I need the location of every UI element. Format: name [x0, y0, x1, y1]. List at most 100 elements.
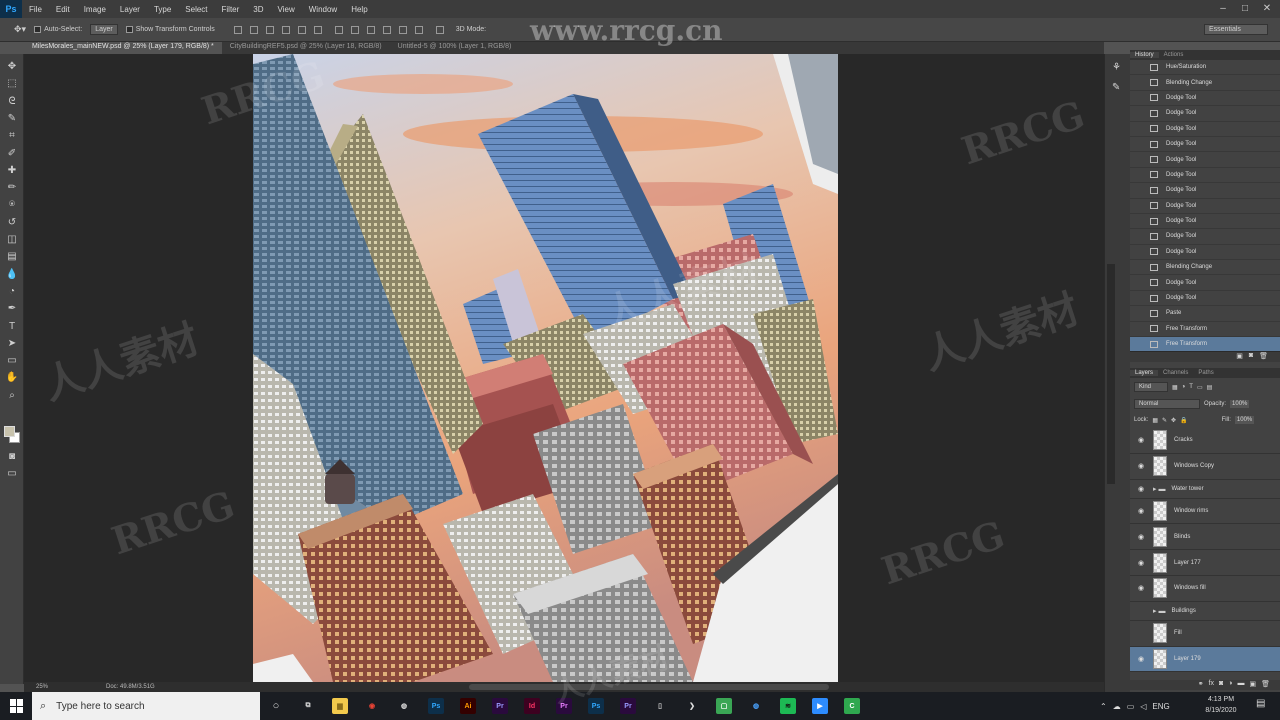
filter-shape-icon[interactable]: ▭	[1197, 384, 1203, 391]
language-indicator[interactable]: ENG	[1152, 702, 1169, 711]
indesign-icon[interactable]: Id	[516, 692, 548, 720]
layer-name[interactable]: Blinds	[1174, 534, 1190, 540]
healing-icon[interactable]: ✚	[5, 164, 19, 177]
volume-icon[interactable]: ◁	[1140, 702, 1146, 711]
camtasia-icon[interactable]: C	[836, 692, 868, 720]
history-state[interactable]: Free Transform	[1130, 322, 1280, 338]
lock-position-icon[interactable]: ✥	[1171, 417, 1176, 424]
distribute-top-icon[interactable]	[334, 25, 343, 34]
premiere-rush-icon[interactable]: Pr	[548, 692, 580, 720]
menu-type[interactable]: Type	[147, 5, 178, 14]
link-layers-icon[interactable]: ⚭	[1198, 680, 1204, 690]
marquee-icon[interactable]: ⬚	[5, 77, 19, 90]
fx-icon[interactable]: fx	[1209, 680, 1214, 690]
menu-window[interactable]: Window	[302, 5, 344, 14]
layer-thumbnail[interactable]	[1153, 623, 1167, 644]
layer-thumbnail[interactable]	[1153, 552, 1167, 573]
history-state[interactable]: Dodge Tool	[1130, 106, 1280, 122]
visibility-eye-icon[interactable]: ◉	[1135, 655, 1147, 663]
history-state[interactable]: Dodge Tool	[1130, 152, 1280, 168]
tab-citybuilding[interactable]: CityBuildingREF5.psd @ 25% (Layer 18, RG…	[222, 42, 390, 54]
photoshop-icon[interactable]: Ps	[420, 692, 452, 720]
pen-icon[interactable]: ✒	[5, 302, 19, 315]
menu-view[interactable]: View	[271, 5, 302, 14]
layer-row[interactable]: ◉ Layer 177	[1130, 550, 1280, 576]
type-icon[interactable]: T	[5, 320, 19, 333]
tab-untitled[interactable]: Untitled-5 @ 100% (Layer 1, RGB/8)	[390, 42, 520, 54]
hand-icon[interactable]: ✋	[5, 371, 19, 384]
new-adjustment-icon[interactable]: ◑	[1228, 680, 1232, 690]
shape-icon[interactable]: ▭	[5, 354, 19, 367]
distribute-left-icon[interactable]	[382, 25, 391, 34]
filter-adjustment-icon[interactable]: ◑	[1182, 384, 1186, 390]
green-app-icon[interactable]: ▢	[708, 692, 740, 720]
blend-mode-dropdown[interactable]: Normal	[1134, 399, 1200, 409]
city-illustration[interactable]	[253, 54, 838, 682]
illustrator-icon[interactable]: Ai	[452, 692, 484, 720]
visibility-eye-icon[interactable]: ◉	[1135, 462, 1147, 470]
quick-mask-icon[interactable]: ◙	[5, 450, 19, 463]
layer-group-row[interactable]: ▸ ▬ Buildings	[1130, 602, 1280, 621]
cortana-icon[interactable]: ○	[260, 692, 292, 720]
move-icon[interactable]: ✥	[5, 60, 19, 73]
layer-thumbnail[interactable]	[1153, 430, 1167, 451]
spotify-icon[interactable]: ≋	[772, 692, 804, 720]
arrow-app-icon[interactable]: ❯	[676, 692, 708, 720]
layer-row[interactable]: Fill	[1130, 621, 1280, 647]
delete-state-icon[interactable]: 🗑	[1259, 352, 1268, 362]
new-document-from-state-icon[interactable]: ▣	[1236, 352, 1243, 362]
layer-thumbnail[interactable]	[1153, 500, 1167, 521]
menu-help[interactable]: Help	[344, 5, 374, 14]
network-icon[interactable]: ▭	[1127, 702, 1135, 711]
history-state[interactable]: Hue/Saturation	[1130, 60, 1280, 76]
layer-name[interactable]: Buildings	[1171, 608, 1195, 614]
visibility-eye-icon[interactable]: ◉	[1135, 436, 1147, 444]
add-mask-icon[interactable]: ◙	[1219, 680, 1223, 690]
history-state[interactable]: Dodge Tool	[1130, 137, 1280, 153]
premiere-2-icon[interactable]: Pr	[612, 692, 644, 720]
layer-name[interactable]: Windows fill	[1174, 585, 1206, 591]
gradient-icon[interactable]: ▤	[5, 250, 19, 263]
distribute-right-icon[interactable]	[414, 25, 423, 34]
chrome-icon[interactable]: ◉	[356, 692, 388, 720]
visibility-eye-icon[interactable]: ◉	[1135, 584, 1147, 592]
filter-smart-icon[interactable]: ▤	[1207, 384, 1213, 391]
new-snapshot-icon[interactable]: ◙	[1249, 352, 1253, 362]
layer-name[interactable]: Cracks	[1174, 437, 1193, 443]
lock-all-icon[interactable]: 🔒	[1180, 417, 1187, 424]
menu-edit[interactable]: Edit	[49, 5, 77, 14]
layer-thumbnail[interactable]	[1153, 648, 1167, 669]
layer-thumbnail[interactable]	[1153, 578, 1167, 599]
zoom-level[interactable]: 25%	[36, 684, 48, 690]
menu-image[interactable]: Image	[77, 5, 113, 14]
visibility-eye-icon[interactable]: ◉	[1135, 559, 1147, 567]
distribute-bottom-icon[interactable]	[366, 25, 375, 34]
layer-row[interactable]: ◉ Windows Copy	[1130, 454, 1280, 480]
align-bottom-icon[interactable]	[265, 25, 274, 34]
filter-pixel-icon[interactable]: ▦	[1172, 384, 1178, 391]
cloud-icon[interactable]: ☁	[1113, 702, 1121, 711]
visibility-eye-icon[interactable]: ◉	[1135, 533, 1147, 541]
globe-icon[interactable]: ◍	[740, 692, 772, 720]
history-state[interactable]: Paste	[1130, 306, 1280, 322]
layer-row[interactable]: ◉ Window rims	[1130, 499, 1280, 525]
layer-row[interactable]: ◉ Blinds	[1130, 524, 1280, 551]
new-layer-icon[interactable]: ▣	[1249, 680, 1256, 690]
layer-group-row[interactable]: ◉ ▸ ▬ Water tower	[1130, 480, 1280, 499]
history-state[interactable]: Free Transform	[1130, 337, 1280, 351]
premiere-icon[interactable]: Pr	[484, 692, 516, 720]
close-button[interactable]: ✕	[1260, 2, 1274, 16]
history-state[interactable]: Dodge Tool	[1130, 275, 1280, 291]
tab-actions[interactable]: Actions	[1159, 52, 1189, 58]
distribute-hcenter-icon[interactable]	[398, 25, 407, 34]
layer-name[interactable]: Windows Copy	[1174, 463, 1214, 469]
layer-row[interactable]: ◉ Windows fill	[1130, 576, 1280, 602]
history-state[interactable]: Dodge Tool	[1130, 214, 1280, 230]
tab-paths[interactable]: Paths	[1193, 370, 1218, 376]
menu-3d[interactable]: 3D	[246, 5, 270, 14]
layer-thumbnail[interactable]	[1153, 456, 1167, 477]
dodge-icon[interactable]: ◔	[5, 285, 19, 298]
history-state[interactable]: Dodge Tool	[1130, 91, 1280, 107]
history-state[interactable]: Dodge Tool	[1130, 199, 1280, 214]
new-group-icon[interactable]: ▬	[1237, 680, 1244, 690]
